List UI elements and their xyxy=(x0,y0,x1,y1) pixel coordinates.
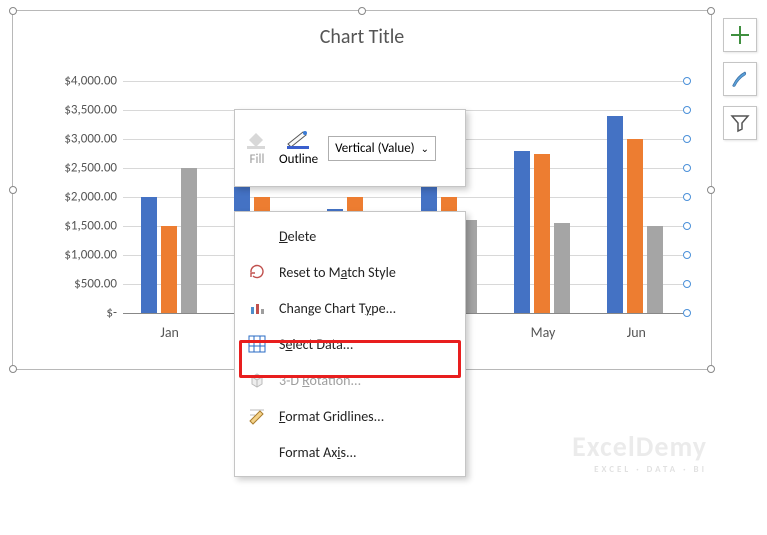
outline-button[interactable]: Outline xyxy=(279,130,318,167)
format-gridlines-icon xyxy=(247,406,267,426)
bar-series-3[interactable] xyxy=(554,223,570,313)
plus-icon xyxy=(729,24,751,46)
menu-label: 3-D Rotation... xyxy=(279,372,361,389)
menu-3d-rotation: 3-D Rotation... xyxy=(235,362,465,398)
paintbrush-icon xyxy=(729,68,751,90)
y-axis-label: $3,500.00 xyxy=(37,103,117,118)
menu-label: Select Data... xyxy=(279,336,353,353)
funnel-icon xyxy=(729,112,751,134)
axis-selection-marker xyxy=(683,251,691,259)
axis-selection-marker xyxy=(683,106,691,114)
bar-series-2[interactable] xyxy=(627,139,643,313)
axis-selection-marker xyxy=(683,77,691,85)
menu-label: Change Chart Type... xyxy=(279,300,396,317)
x-axis-label: May xyxy=(510,324,576,341)
paint-bucket-icon xyxy=(245,130,269,150)
chart-element-selector[interactable]: Vertical (Value) ⌄ xyxy=(328,136,436,161)
y-axis-label: $1,500.00 xyxy=(37,219,117,234)
resize-handle[interactable] xyxy=(707,186,715,194)
resize-handle[interactable] xyxy=(358,7,366,15)
resize-handle[interactable] xyxy=(707,7,715,15)
resize-handle[interactable] xyxy=(707,365,715,373)
menu-label: Format Gridlines... xyxy=(279,408,384,425)
chart-styles-button[interactable] xyxy=(723,62,757,96)
axis-selection-marker xyxy=(683,164,691,172)
y-axis-label: $2,000.00 xyxy=(37,190,117,205)
blank-icon xyxy=(247,226,267,246)
y-axis-label: $500.00 xyxy=(37,277,117,292)
pen-outline-icon xyxy=(285,130,313,150)
menu-label: Format Axis... xyxy=(279,444,357,461)
chart-side-buttons xyxy=(723,18,757,140)
fill-label: Fill xyxy=(250,152,265,167)
resize-handle[interactable] xyxy=(9,7,17,15)
bar-series-1[interactable] xyxy=(141,197,157,313)
menu-delete[interactable]: Delete xyxy=(235,218,465,254)
bar-series-1[interactable] xyxy=(514,151,530,313)
fill-button[interactable]: Fill xyxy=(245,130,269,167)
y-axis-label: $2,500.00 xyxy=(37,161,117,176)
x-axis-label: Jan xyxy=(137,324,203,341)
bar-series-1[interactable] xyxy=(607,116,623,313)
chevron-down-icon: ⌄ xyxy=(421,142,429,155)
axis-selection-marker xyxy=(683,222,691,230)
blank-icon xyxy=(247,442,267,462)
y-axis-label: $4,000.00 xyxy=(37,74,117,89)
y-axis-label: $1,000.00 xyxy=(37,248,117,263)
menu-select-data[interactable]: Select Data... xyxy=(235,326,465,362)
y-axis-label: $- xyxy=(37,306,117,321)
menu-format-axis[interactable]: Format Axis... xyxy=(235,434,465,470)
watermark: ExcelDemy EXCEL · DATA · BI xyxy=(572,429,707,475)
axis-selection-marker xyxy=(683,309,691,317)
menu-reset-match-style[interactable]: Reset to Match Style xyxy=(235,254,465,290)
bar-series-2[interactable] xyxy=(534,154,550,314)
bar-series-2[interactable] xyxy=(161,226,177,313)
chart-title[interactable]: Chart Title xyxy=(13,11,711,57)
axis-selection-marker xyxy=(683,193,691,201)
axis-selection-marker xyxy=(683,135,691,143)
gridline[interactable] xyxy=(123,197,683,198)
menu-label: Delete xyxy=(279,228,316,245)
gridline[interactable] xyxy=(123,81,683,82)
resize-handle[interactable] xyxy=(9,186,17,194)
selector-value: Vertical (Value) xyxy=(335,141,415,156)
chart-type-icon xyxy=(247,298,267,318)
y-axis-label: $3,000.00 xyxy=(37,132,117,147)
menu-format-gridlines[interactable]: Format Gridlines... xyxy=(235,398,465,434)
bar-series-3[interactable] xyxy=(647,226,663,313)
menu-change-chart-type[interactable]: Change Chart Type... xyxy=(235,290,465,326)
cube-icon xyxy=(247,370,267,390)
menu-label: Reset to Match Style xyxy=(279,264,396,281)
select-data-icon xyxy=(247,334,267,354)
chart-filters-button[interactable] xyxy=(723,106,757,140)
mini-toolbar: Fill Outline Vertical (Value) ⌄ xyxy=(234,109,466,187)
add-chart-element-button[interactable] xyxy=(723,18,757,52)
bar-series-3[interactable] xyxy=(181,168,197,313)
outline-label: Outline xyxy=(279,152,318,167)
axis-selection-marker xyxy=(683,280,691,288)
reset-icon xyxy=(247,262,267,282)
resize-handle[interactable] xyxy=(9,365,17,373)
context-menu: Delete Reset to Match Style Change Chart… xyxy=(234,211,466,477)
x-axis-label: Jun xyxy=(603,324,669,341)
